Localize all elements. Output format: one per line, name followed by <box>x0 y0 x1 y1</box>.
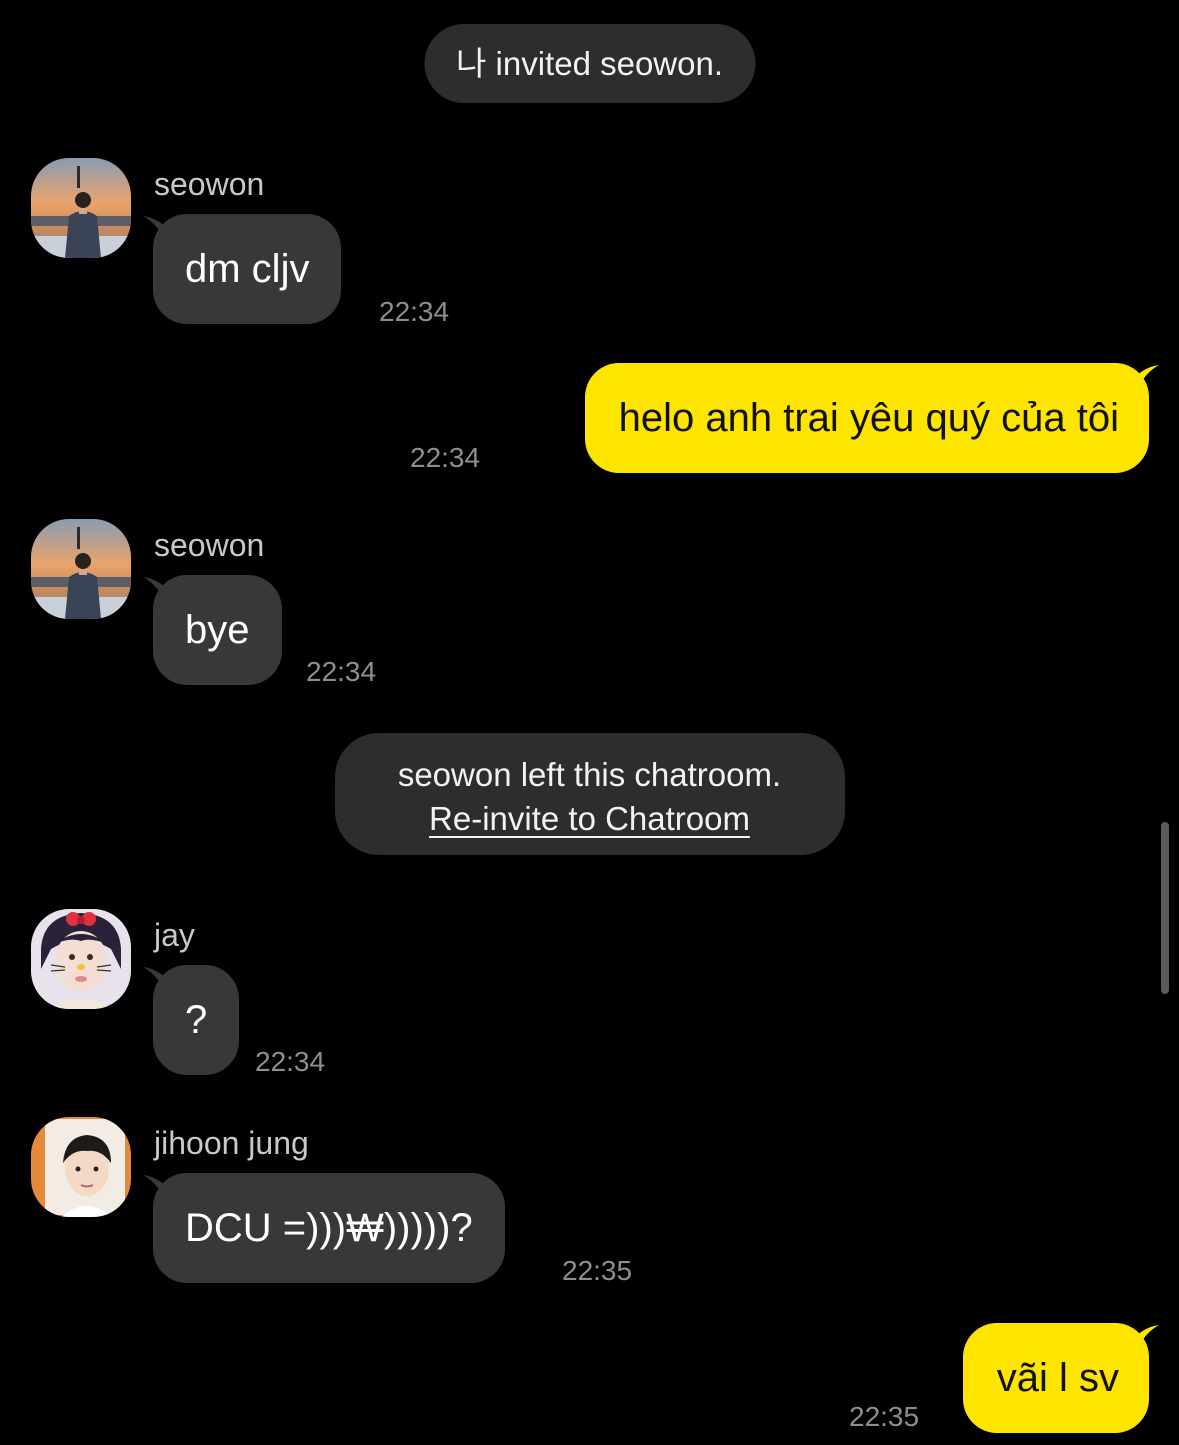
avatar-jay[interactable] <box>31 909 131 1009</box>
bubble-tail <box>143 967 167 999</box>
bubble-tail <box>143 1175 167 1207</box>
message-timestamp: 22:34 <box>255 1046 326 1077</box>
message-text: dm cljv <box>185 247 310 291</box>
sender-name-jay: jay <box>154 917 195 953</box>
avatar-seowon-image <box>31 519 131 619</box>
message-timestamp: 22:34 <box>410 442 481 473</box>
bubble-tail <box>1135 1325 1159 1357</box>
avatar-seowon-image <box>31 158 131 258</box>
message-text: bye <box>185 608 250 652</box>
message-timestamp: 22:35 <box>562 1255 633 1286</box>
sender-name-seowon: seowon <box>154 527 265 563</box>
bubble-tail <box>1135 365 1159 397</box>
message-timestamp: 22:34 <box>379 296 450 327</box>
message-bubble-outgoing[interactable]: vãi l sv <box>962 1323 1159 1433</box>
system-message-invited: 나 invited seowon. <box>424 24 755 103</box>
message-text: vãi l sv <box>996 1356 1119 1400</box>
reinvite-link[interactable]: Re-invite to Chatroom <box>429 797 750 841</box>
system-message-left: seowon left this chatroom. Re-invite to … <box>334 733 845 855</box>
message-text: DCU =)))₩)))))? <box>185 1206 473 1250</box>
message-bubble-outgoing[interactable]: helo anh trai yêu quý của tôi <box>584 363 1159 473</box>
avatar-jihoon-jung-image <box>31 1117 131 1217</box>
message-bubble-incoming[interactable]: dm cljv <box>143 214 342 324</box>
avatar-seowon[interactable] <box>31 158 131 258</box>
system-message-left-text: seowon left this chatroom. <box>397 756 782 793</box>
sender-name-seowon: seowon <box>154 166 265 202</box>
message-text: helo anh trai yêu quý của tôi <box>618 396 1119 440</box>
message-bubble-incoming[interactable]: ? <box>143 965 240 1075</box>
avatar-jay-image <box>31 909 131 1009</box>
bubble-tail <box>143 577 167 609</box>
avatar-jihoon-jung[interactable] <box>31 1117 131 1217</box>
message-timestamp: 22:34 <box>306 656 377 687</box>
scrollbar[interactable] <box>1161 822 1169 994</box>
sender-name-jihoon-jung: jihoon jung <box>154 1125 309 1161</box>
system-message-invited-text: 나 invited seowon. <box>456 45 723 82</box>
message-bubble-incoming[interactable]: DCU =)))₩)))))? <box>143 1173 505 1283</box>
bubble-tail <box>143 216 167 248</box>
message-bubble-incoming[interactable]: bye <box>143 575 282 685</box>
message-text: ? <box>185 998 208 1042</box>
avatar-seowon[interactable] <box>31 519 131 619</box>
message-timestamp: 22:35 <box>849 1401 920 1432</box>
